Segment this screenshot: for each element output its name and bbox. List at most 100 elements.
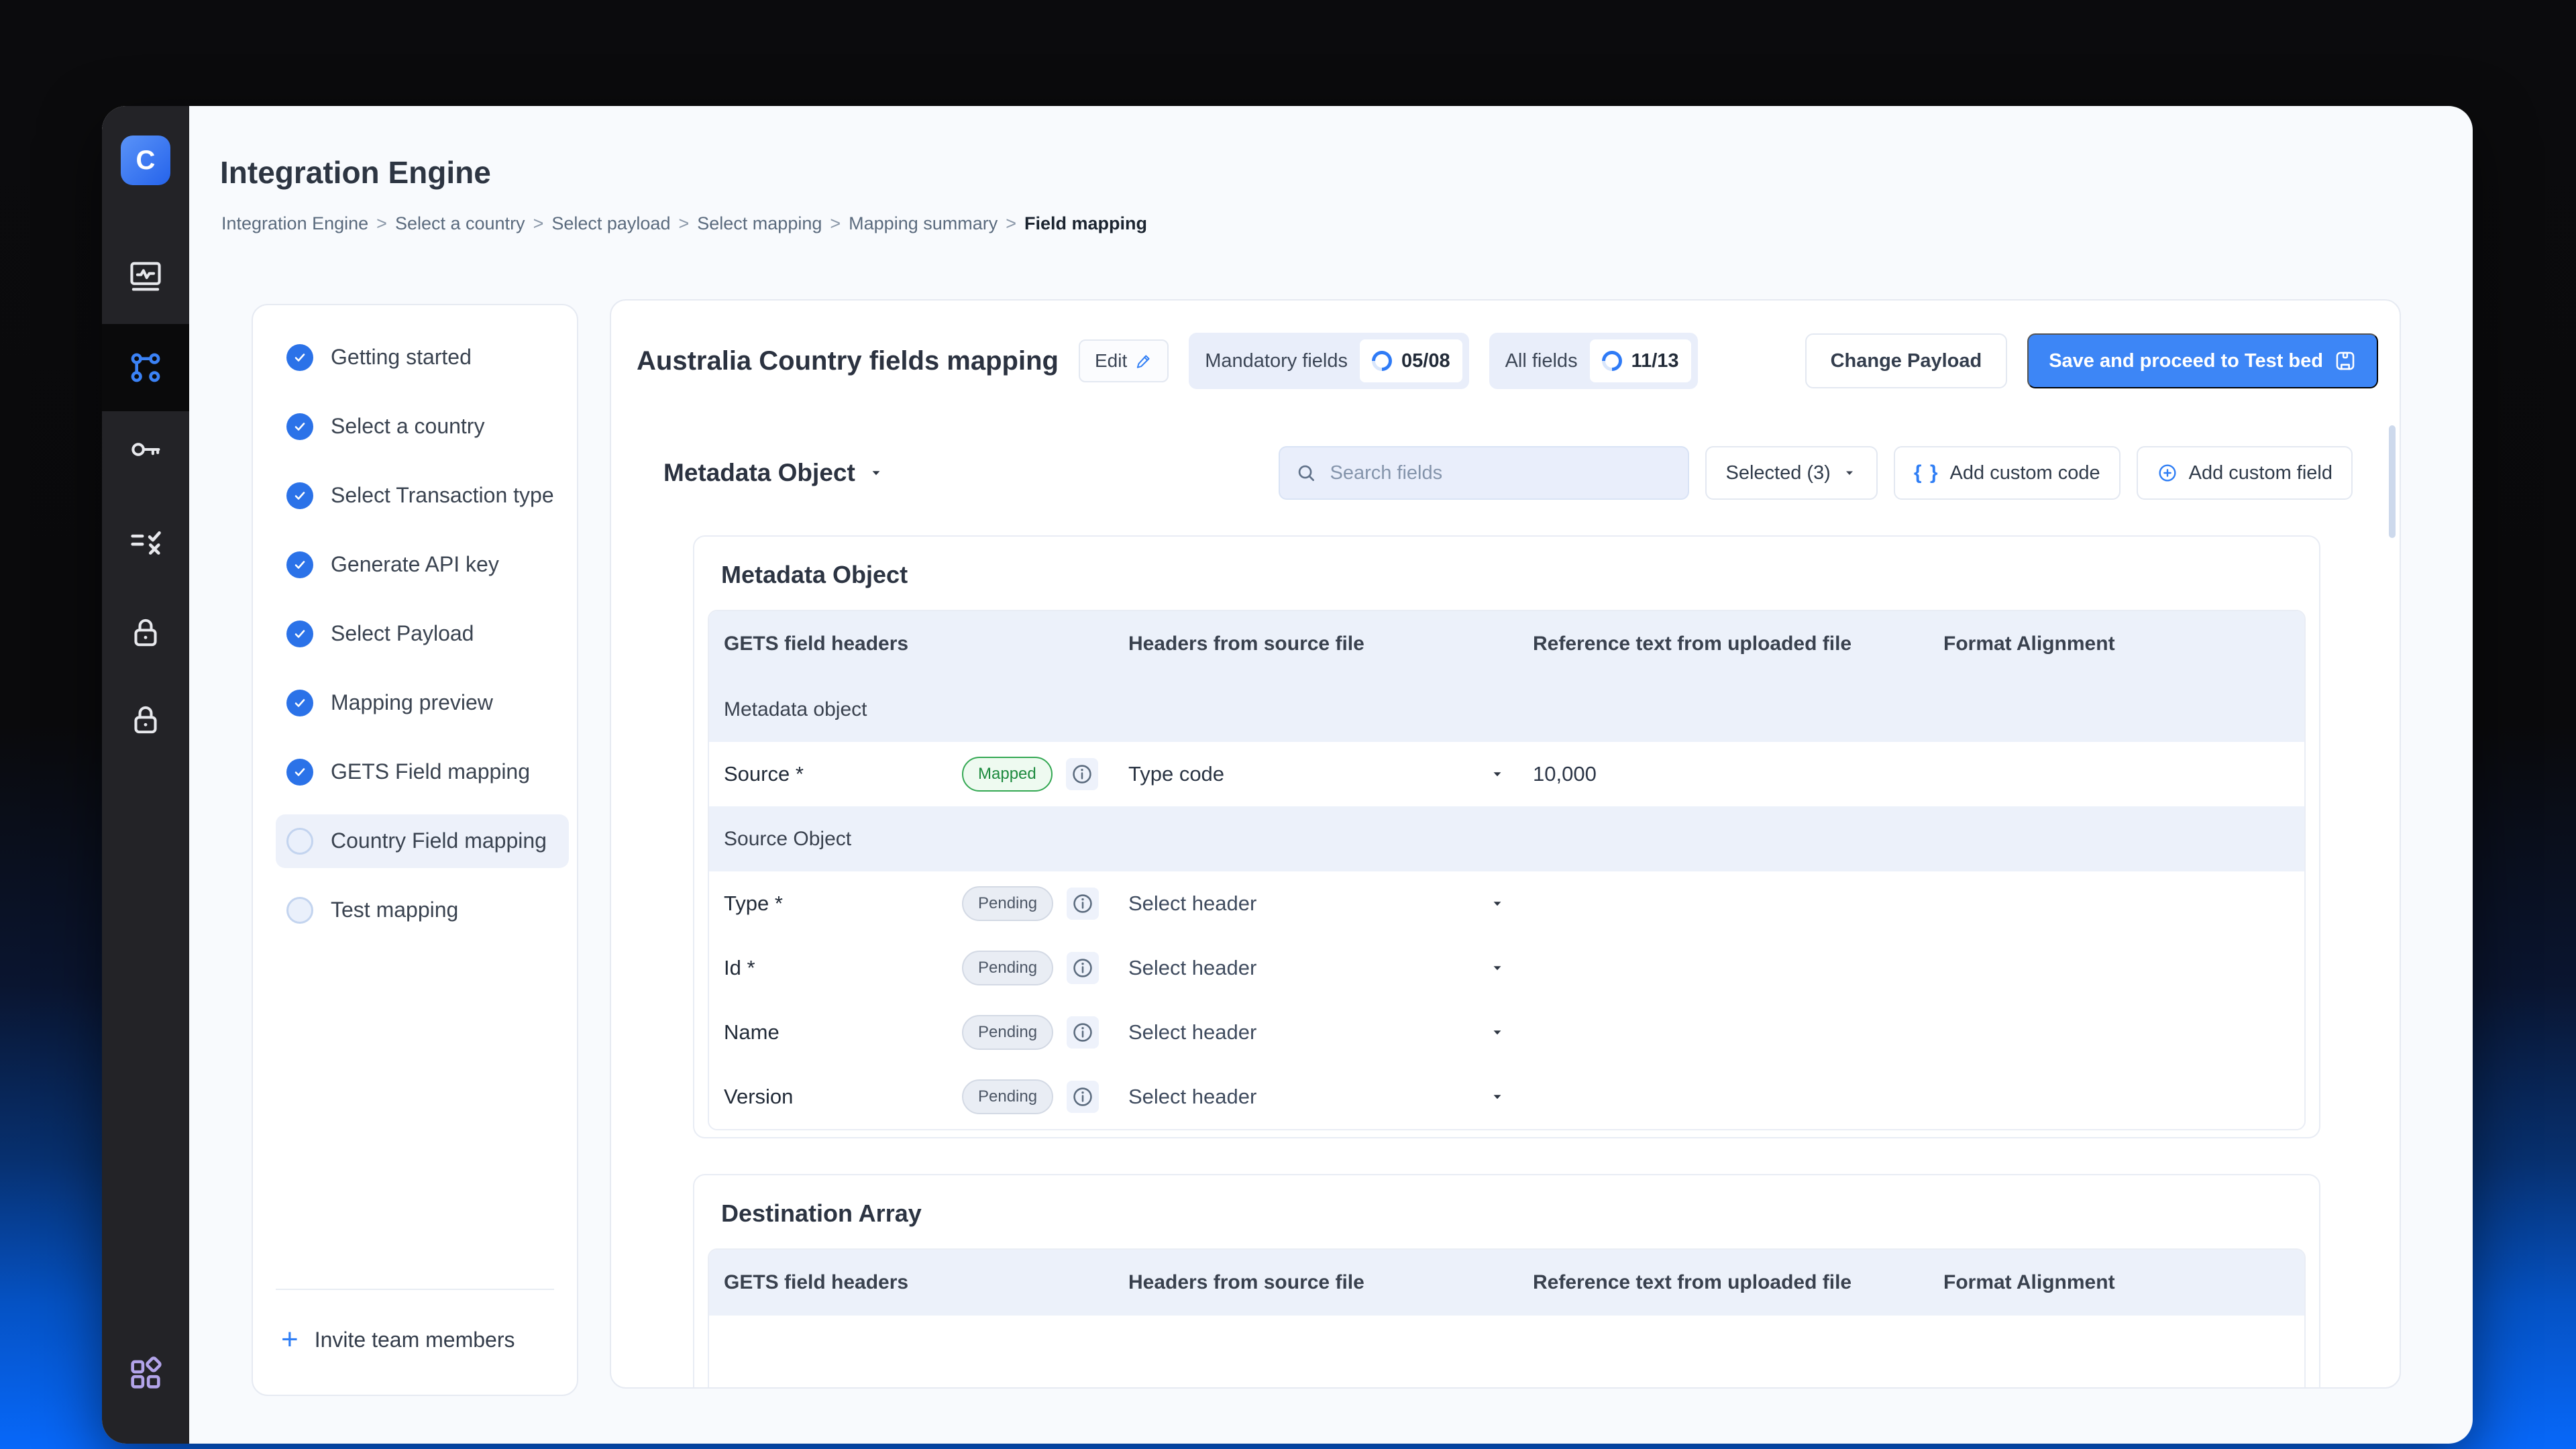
field-label: Version bbox=[724, 1085, 962, 1109]
breadcrumb-separator: > bbox=[1006, 213, 1016, 234]
breadcrumb-separator: > bbox=[830, 213, 841, 234]
selected-filter-dropdown[interactable]: Selected (3) bbox=[1705, 446, 1877, 500]
header-select-dropdown[interactable]: Select header bbox=[1128, 892, 1533, 916]
progress-spinner-icon bbox=[1597, 347, 1625, 375]
field-row: Id * Pending Select header bbox=[709, 936, 2304, 1000]
vertical-scrollbar-thumb[interactable] bbox=[2389, 425, 2396, 538]
step-select-country[interactable]: Select a country bbox=[253, 392, 577, 461]
step-getting-started[interactable]: Getting started bbox=[253, 323, 577, 392]
breadcrumb-item[interactable]: Select payload bbox=[551, 213, 670, 234]
breadcrumb-item[interactable]: Select a country bbox=[395, 213, 525, 234]
radio-circle-icon bbox=[286, 897, 313, 924]
api-key-icon[interactable] bbox=[102, 412, 189, 487]
group-row: Metadata object bbox=[709, 677, 2304, 742]
lock-icon[interactable] bbox=[102, 682, 189, 757]
table-header-row: GETS field headers Headers from source f… bbox=[709, 611, 2304, 677]
breadcrumb: Integration Engine > Select a country > … bbox=[221, 213, 1147, 234]
field-row: Source * Mapped Type code 10,000 bbox=[709, 742, 2304, 806]
field-row: Type * Pending Select header bbox=[709, 871, 2304, 936]
plus-circle-icon bbox=[2157, 462, 2178, 484]
plus-icon: + bbox=[281, 1325, 299, 1354]
flow-mapping-icon[interactable] bbox=[102, 324, 189, 411]
header-select-dropdown[interactable]: Select header bbox=[1128, 1020, 1533, 1044]
check-circle-icon bbox=[286, 482, 313, 509]
table-toolbar: Metadata Object Selected (3) { } Add cus… bbox=[663, 446, 2353, 500]
all-fields-progress: All fields 11/13 bbox=[1489, 333, 1698, 389]
save-proceed-button[interactable]: Save and proceed to Test bed bbox=[2027, 333, 2378, 388]
info-icon[interactable] bbox=[1067, 888, 1099, 920]
check-circle-icon bbox=[286, 551, 313, 578]
invite-team-members-button[interactable]: + Invite team members bbox=[272, 1325, 558, 1354]
chevron-down-icon bbox=[1489, 895, 1506, 912]
step-select-transaction-type[interactable]: Select Transaction type bbox=[253, 461, 577, 530]
monitor-pulse-icon[interactable] bbox=[102, 239, 189, 314]
destination-array-section: Destination Array GETS field headers Hea… bbox=[693, 1174, 2320, 1389]
search-input[interactable] bbox=[1328, 462, 1673, 485]
section-select-dropdown[interactable]: Metadata Object bbox=[663, 459, 885, 487]
step-gets-field-mapping[interactable]: GETS Field mapping bbox=[253, 737, 577, 806]
status-badge: Mapped bbox=[962, 757, 1053, 792]
step-generate-api-key[interactable]: Generate API key bbox=[253, 530, 577, 599]
breadcrumb-item[interactable]: Mapping summary bbox=[849, 213, 998, 234]
field-row: Name Pending Select header bbox=[709, 1000, 2304, 1065]
mapping-content-panel: Australia Country fields mapping Edit Ma… bbox=[610, 299, 2401, 1389]
icon-rail: C bbox=[102, 106, 189, 1444]
column-header: Format Alignment bbox=[1943, 1271, 2304, 1294]
breadcrumb-separator: > bbox=[376, 213, 387, 234]
table-header-row: GETS field headers Headers from source f… bbox=[709, 1250, 2304, 1316]
check-circle-icon bbox=[286, 621, 313, 647]
info-icon[interactable] bbox=[1067, 952, 1099, 984]
add-custom-field-button[interactable]: Add custom field bbox=[2137, 446, 2353, 500]
breadcrumb-item[interactable]: Integration Engine bbox=[221, 213, 368, 234]
chevron-down-icon bbox=[1841, 465, 1858, 481]
mapping-table: GETS field headers Headers from source f… bbox=[708, 1248, 2306, 1389]
list-check-icon[interactable] bbox=[102, 506, 189, 581]
mandatory-fields-progress: Mandatory fields 05/08 bbox=[1189, 333, 1468, 389]
mandatory-fields-count: 05/08 bbox=[1401, 350, 1450, 372]
field-label: Source * bbox=[724, 762, 962, 786]
info-icon[interactable] bbox=[1067, 1081, 1099, 1113]
status-badge: Pending bbox=[962, 886, 1053, 921]
step-country-field-mapping[interactable]: Country Field mapping bbox=[253, 806, 577, 875]
chevron-down-icon bbox=[1489, 1024, 1506, 1041]
chevron-down-icon bbox=[1489, 959, 1506, 977]
column-header: Format Alignment bbox=[1943, 633, 2304, 655]
column-header: Reference text from uploaded file bbox=[1533, 1271, 1943, 1294]
status-badge: Pending bbox=[962, 1015, 1053, 1050]
apps-grid-icon[interactable] bbox=[102, 1336, 189, 1411]
metadata-object-section: Metadata Object GETS field headers Heade… bbox=[693, 535, 2320, 1138]
add-custom-code-button[interactable]: { } Add custom code bbox=[1894, 446, 2121, 500]
page-title: Integration Engine bbox=[220, 154, 491, 191]
header-select-dropdown[interactable]: Type code bbox=[1128, 762, 1533, 786]
breadcrumb-item[interactable]: Select mapping bbox=[697, 213, 822, 234]
info-icon[interactable] bbox=[1067, 1016, 1099, 1049]
column-header: Headers from source file bbox=[1128, 1271, 1533, 1294]
change-payload-button[interactable]: Change Payload bbox=[1805, 333, 2008, 388]
chevron-down-icon bbox=[1489, 765, 1506, 783]
status-badge: Pending bbox=[962, 951, 1053, 985]
column-header: GETS field headers bbox=[709, 1271, 1128, 1294]
edit-button[interactable]: Edit bbox=[1079, 339, 1169, 382]
header-select-dropdown[interactable]: Select header bbox=[1128, 956, 1533, 980]
chevron-down-icon bbox=[867, 464, 885, 482]
chevron-down-icon bbox=[1489, 1088, 1506, 1106]
search-icon bbox=[1295, 462, 1318, 484]
field-label: Type * bbox=[724, 892, 962, 916]
step-test-mapping[interactable]: Test mapping bbox=[253, 875, 577, 945]
info-icon[interactable] bbox=[1066, 758, 1098, 790]
step-select-payload[interactable]: Select Payload bbox=[253, 599, 577, 668]
breadcrumb-separator: > bbox=[533, 213, 544, 234]
header-select-dropdown[interactable]: Select header bbox=[1128, 1085, 1533, 1109]
step-mapping-preview[interactable]: Mapping preview bbox=[253, 668, 577, 737]
brand-avatar[interactable]: C bbox=[121, 136, 170, 185]
check-circle-icon bbox=[286, 344, 313, 371]
breadcrumb-current: Field mapping bbox=[1024, 213, 1147, 234]
field-label: Id * bbox=[724, 956, 962, 980]
check-circle-icon bbox=[286, 690, 313, 716]
check-circle-icon bbox=[286, 759, 313, 786]
all-fields-count: 11/13 bbox=[1631, 350, 1679, 372]
lock-icon[interactable] bbox=[102, 595, 189, 670]
status-badge: Pending bbox=[962, 1079, 1053, 1114]
search-field[interactable] bbox=[1279, 446, 1689, 500]
pencil-icon bbox=[1135, 352, 1152, 370]
